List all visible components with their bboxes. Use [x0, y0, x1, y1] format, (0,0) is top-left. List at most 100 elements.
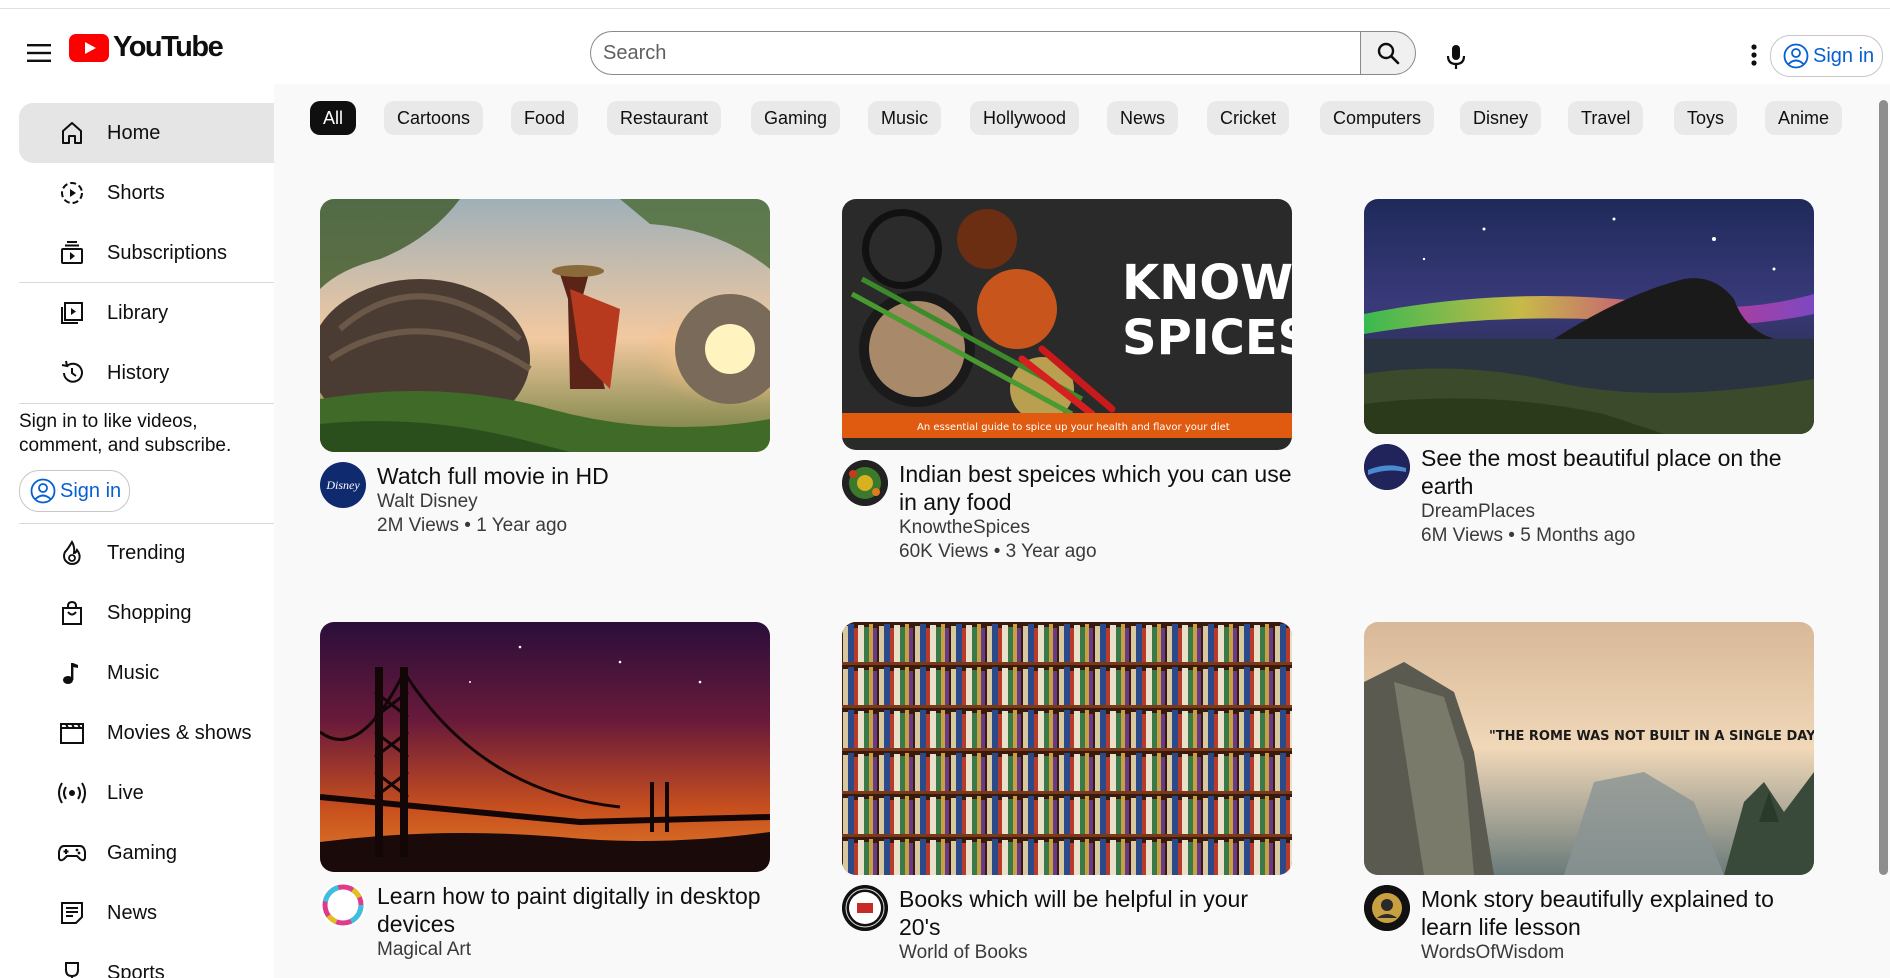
bookshelf-thumbnail-image — [842, 622, 1292, 875]
chip-hollywood[interactable]: Hollywood — [970, 101, 1080, 135]
chip-cartoons[interactable]: Cartoons — [384, 101, 484, 135]
chip-cricket[interactable]: Cricket — [1207, 101, 1290, 135]
sidebar-item-movies[interactable]: Movies & shows — [19, 703, 274, 763]
chip-travel[interactable]: Travel — [1568, 101, 1644, 135]
channel-name[interactable]: Magical Art — [377, 938, 770, 962]
sidebar-item-music[interactable]: Music — [19, 643, 274, 703]
video-card[interactable]: Books which will be helpful in your 20's… — [842, 622, 1292, 965]
home-icon — [57, 118, 87, 148]
voice-search-button[interactable] — [1432, 33, 1480, 81]
channel-name[interactable]: DreamPlaces — [1421, 500, 1814, 524]
video-card[interactable]: Disney Watch full movie in HD Walt Disne… — [320, 199, 770, 538]
video-thumbnail[interactable] — [842, 622, 1292, 875]
video-title[interactable]: See the most beautiful place on the eart… — [1421, 444, 1814, 500]
chip-toys[interactable]: Toys — [1674, 101, 1738, 135]
video-thumbnail[interactable] — [320, 622, 770, 872]
disney-logo-text: Disney — [326, 477, 360, 492]
search-button[interactable] — [1360, 31, 1416, 75]
video-thumbnail[interactable]: KNOW SPICES An essential guide to spice … — [842, 199, 1292, 450]
sidebar-item-sports[interactable]: Sports — [19, 943, 274, 978]
sidebar-item-live[interactable]: Live — [19, 763, 274, 823]
sidebar-item-label: Home — [107, 121, 161, 144]
sidebar-sign-in-button[interactable]: Sign in — [19, 470, 131, 512]
sidebar-item-label: Movies & shows — [107, 721, 252, 744]
search-icon — [1377, 42, 1400, 65]
video-card[interactable]: KNOW SPICES An essential guide to spice … — [842, 199, 1292, 564]
chip-restaurant[interactable]: Restaurant — [607, 101, 722, 135]
chip-all[interactable]: All — [310, 101, 357, 135]
channel-name[interactable]: WordsOfWisdom — [1421, 941, 1814, 965]
chip-music[interactable]: Music — [868, 101, 942, 135]
thumb-title-spices: SPICES — [1122, 310, 1292, 366]
video-card[interactable]: Learn how to paint digitally in desktop … — [320, 622, 770, 962]
sidebar-item-library[interactable]: Library — [19, 283, 274, 343]
sidebar-item-label: Shorts — [107, 181, 165, 204]
sidebar-sign-in-label: Sign in — [60, 479, 122, 502]
live-broadcast-icon — [57, 778, 87, 808]
sidebar-item-label: Shopping — [107, 601, 192, 624]
sidebar-divider — [19, 403, 274, 404]
menu-button[interactable] — [18, 32, 60, 74]
channel-avatar[interactable] — [1364, 885, 1410, 931]
monk-cliff-thumbnail-image: "THE ROME WAS NOT BUILT IN A SINGLE DAY" — [1364, 622, 1814, 875]
video-title[interactable]: Books which will be helpful in your 20's — [899, 885, 1292, 941]
video-thumbnail[interactable]: "THE ROME WAS NOT BUILT IN A SINGLE DAY" — [1364, 622, 1814, 875]
channel-name[interactable]: Walt Disney — [377, 490, 609, 514]
video-card[interactable]: "THE ROME WAS NOT BUILT IN A SINGLE DAY"… — [1364, 622, 1814, 965]
channel-avatar[interactable] — [1364, 444, 1410, 490]
sidebar-item-trending[interactable]: Trending — [19, 523, 274, 583]
search-bar — [590, 31, 1416, 75]
sidebar-item-label: Library — [107, 301, 169, 324]
sidebar-item-label: History — [107, 361, 170, 384]
history-icon — [57, 358, 87, 388]
youtube-logo[interactable]: YouTube — [69, 31, 224, 64]
video-title[interactable]: Indian best speices which you can use in… — [899, 460, 1292, 516]
sidebar-item-shorts[interactable]: Shorts — [19, 163, 274, 223]
sign-in-prompt: Sign in to like videos, comment, and sub… — [19, 411, 232, 456]
dreamplaces-channel-logo — [1364, 444, 1410, 490]
page-scrollbar[interactable] — [1879, 100, 1888, 875]
channel-avatar[interactable] — [320, 882, 366, 928]
search-input[interactable] — [590, 31, 1360, 75]
header-sign-in-button[interactable]: Sign in — [1770, 35, 1884, 77]
sidebar-item-subscriptions[interactable]: Subscriptions — [19, 223, 274, 283]
channel-name[interactable]: KnowtheSpices — [899, 516, 1292, 540]
trophy-icon — [57, 958, 87, 978]
world-of-books-channel-logo — [842, 885, 888, 931]
video-thumbnail[interactable] — [1364, 199, 1814, 434]
settings-menu-button[interactable] — [1742, 37, 1766, 73]
sidebar-item-home[interactable]: Home — [19, 103, 274, 163]
wordsofwisdom-channel-logo — [1364, 885, 1410, 931]
thumb-caption: An essential guide to spice up your heal… — [917, 422, 1230, 433]
sidebar-item-shopping[interactable]: Shopping — [19, 583, 274, 643]
chip-food[interactable]: Food — [511, 101, 579, 135]
account-circle-icon — [1783, 43, 1809, 69]
channel-avatar[interactable]: Disney — [320, 462, 366, 508]
newspaper-icon — [57, 898, 87, 928]
aurora-landscape-thumbnail-image — [1364, 199, 1814, 434]
sidebar-item-gaming[interactable]: Gaming — [19, 823, 274, 883]
chip-anime[interactable]: Anime — [1765, 101, 1843, 135]
sidebar-item-history[interactable]: History — [19, 343, 274, 403]
sidebar: Home Shorts Subscriptions Library Histor… — [0, 84, 274, 978]
video-thumbnail[interactable] — [320, 199, 770, 452]
channel-name[interactable]: World of Books — [899, 941, 1292, 965]
sidebar-item-news[interactable]: News — [19, 883, 274, 943]
video-stats: 60K Views • 3 Year ago — [899, 541, 1097, 562]
chip-computers[interactable]: Computers — [1320, 101, 1435, 135]
sidebar-item-label: Live — [107, 781, 144, 804]
video-title[interactable]: Learn how to paint digitally in desktop … — [377, 882, 770, 938]
channel-avatar[interactable] — [842, 460, 888, 506]
spices-thumbnail-image: KNOW SPICES An essential guide to spice … — [842, 199, 1292, 450]
video-stats: 2M Views • 1 Year ago — [377, 515, 568, 536]
channel-avatar[interactable] — [842, 885, 888, 931]
microphone-icon — [1446, 45, 1466, 69]
chip-news[interactable]: News — [1107, 101, 1179, 135]
video-card[interactable]: See the most beautiful place on the eart… — [1364, 199, 1814, 548]
video-title[interactable]: Watch full movie in HD — [377, 462, 609, 490]
video-title[interactable]: Monk story beautifully explained to lear… — [1421, 885, 1814, 941]
chip-disney[interactable]: Disney — [1460, 101, 1542, 135]
thumb-quote: "THE ROME WAS NOT BUILT IN A SINGLE DAY" — [1489, 729, 1814, 744]
chip-gaming[interactable]: Gaming — [751, 101, 841, 135]
trending-icon — [57, 538, 87, 568]
